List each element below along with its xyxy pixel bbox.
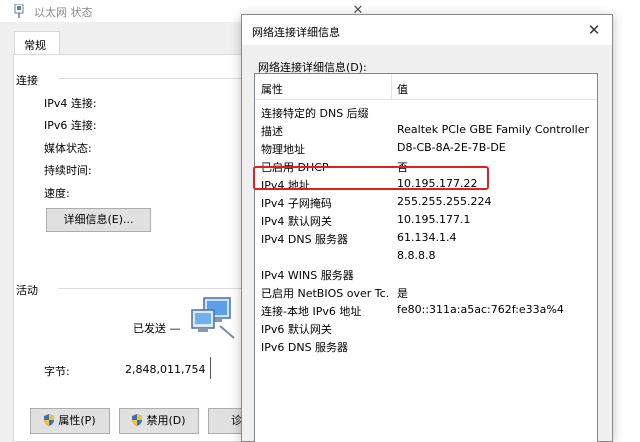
activity-group-label: 活动: [16, 284, 38, 297]
connection-group-label: 连接: [16, 74, 38, 87]
table-row[interactable]: IPv6 DNS 服务器: [255, 336, 597, 354]
row-value: Realtek PCIe GBE Family Controller: [397, 123, 590, 136]
row-property: 已启用 NetBIOS over Tc...: [261, 287, 389, 300]
table-row[interactable]: 物理地址 D8-CB-8A-2E-7B-DE: [255, 138, 597, 156]
table-row[interactable]: IPv4 DNS 服务器 61.134.1.4: [255, 228, 597, 246]
sent-label: 已发送 —: [133, 322, 181, 335]
details-dialog-titlebar: 网络连接详细信息 ✕: [242, 15, 612, 45]
ipv4-address-highlight-box: [253, 166, 489, 190]
network-activity-icon: [191, 297, 235, 339]
tab-general[interactable]: 常规: [14, 31, 60, 55]
connection-group-divider: [58, 78, 248, 79]
disable-button-label: 禁用(D): [146, 414, 186, 427]
bytes-sent-value: 2,848,011,754: [125, 363, 206, 376]
column-header-property[interactable]: 属性: [261, 81, 283, 97]
row-property: IPv6 DNS 服务器: [261, 341, 349, 354]
table-row[interactable]: IPv4 默认网关 10.195.177.1: [255, 210, 597, 228]
bytes-label: 字节:: [44, 365, 70, 378]
table-row[interactable]: IPv6 默认网关: [255, 318, 597, 336]
row-value: 是: [397, 287, 408, 300]
row-property: IPv4 子网掩码: [261, 197, 332, 210]
row-property: 描述: [261, 125, 283, 138]
row-property: 连接特定的 DNS 后缀: [261, 107, 369, 120]
speed-label: 速度:: [44, 187, 70, 200]
listview-header: 属性 值: [255, 74, 597, 100]
table-row[interactable]: 描述 Realtek PCIe GBE Family Controller: [255, 120, 597, 138]
properties-button-label: 属性(P): [58, 414, 96, 427]
disable-button[interactable]: 禁用(D): [119, 408, 199, 434]
details-dialog-close-icon[interactable]: ✕: [576, 15, 612, 45]
ipv4-connectivity-label: IPv4 连接:: [44, 97, 97, 110]
column-separator[interactable]: [391, 74, 392, 100]
media-state-label: 媒体状态:: [44, 142, 92, 155]
row-property: IPv6 默认网关: [261, 323, 332, 336]
row-value: D8-CB-8A-2E-7B-DE: [397, 141, 506, 154]
row-value: 61.134.1.4: [397, 231, 457, 244]
uac-shield-icon: [132, 414, 143, 426]
row-property: 物理地址: [261, 143, 305, 156]
row-property: 连接-本地 IPv6 地址: [261, 305, 362, 318]
table-row[interactable]: 连接-本地 IPv6 地址 fe80::311a:a5ac:762f:e33a%4: [255, 300, 597, 318]
properties-button[interactable]: 属性(P): [30, 408, 110, 434]
row-property: IPv4 WINS 服务器: [261, 269, 354, 282]
activity-group-divider: [58, 288, 248, 289]
table-row[interactable]: 已启用 NetBIOS over Tc... 是: [255, 282, 597, 300]
status-window-title: 以太网 状态: [34, 6, 93, 19]
row-value: 10.195.177.1: [397, 213, 471, 226]
row-value: fe80::311a:a5ac:762f:e33a%4: [397, 303, 564, 316]
details-button[interactable]: 详细信息(E)...: [46, 208, 151, 232]
ipv6-connectivity-label: IPv6 连接:: [44, 119, 97, 132]
uac-shield-icon: [44, 414, 55, 426]
details-dialog-title: 网络连接详细信息: [252, 26, 340, 39]
activity-divider: [210, 357, 211, 379]
table-row[interactable]: IPv4 WINS 服务器: [255, 264, 597, 282]
connection-details-dialog: 网络连接详细信息 ✕ 网络连接详细信息(D): 属性 值 连接特定的 DNS 后…: [241, 14, 613, 442]
details-listview[interactable]: 属性 值 连接特定的 DNS 后缀 描述 Realtek PCIe GBE Fam…: [254, 73, 598, 442]
row-value: 255.255.255.224: [397, 195, 492, 208]
duration-label: 持续时间:: [44, 164, 92, 177]
row-property: IPv4 默认网关: [261, 215, 332, 228]
table-row[interactable]: IPv4 子网掩码 255.255.255.224: [255, 192, 597, 210]
table-row[interactable]: 8.8.8.8: [255, 246, 597, 264]
row-value: 8.8.8.8: [397, 249, 436, 262]
row-property: IPv4 DNS 服务器: [261, 233, 349, 246]
column-header-value[interactable]: 值: [397, 81, 408, 97]
table-row[interactable]: 连接特定的 DNS 后缀: [255, 102, 597, 120]
network-adapter-icon: [14, 4, 24, 18]
